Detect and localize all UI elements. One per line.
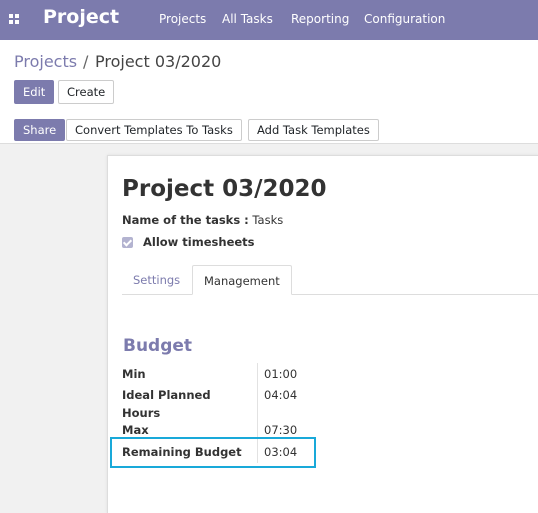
- min-label: Min: [122, 367, 146, 381]
- tasks-name-value: Tasks: [252, 213, 284, 227]
- breadcrumb-projects-link[interactable]: Projects: [14, 52, 77, 71]
- budget-section-title: Budget: [123, 336, 193, 356]
- tasks-name-label: Name of the tasks :: [122, 213, 249, 227]
- convert-templates-button[interactable]: Convert Templates To Tasks: [66, 119, 242, 141]
- control-panel: Projects / Project 03/2020 Edit Create S…: [0, 40, 538, 144]
- ideal-planned-hours-label: Ideal Planned Hours: [122, 388, 211, 420]
- menu-projects[interactable]: Projects: [159, 12, 206, 26]
- breadcrumb-current: Project 03/2020: [95, 52, 222, 71]
- share-button[interactable]: Share: [14, 119, 66, 141]
- apps-grid-icon[interactable]: [9, 14, 20, 25]
- menu-all-tasks[interactable]: All Tasks: [222, 12, 273, 26]
- menu-configuration[interactable]: Configuration: [364, 12, 445, 26]
- ideal-planned-hours-value: 04:04: [264, 388, 298, 402]
- remaining-budget-highlight: [110, 437, 316, 468]
- allow-timesheets-label: Allow timesheets: [143, 235, 255, 249]
- tab-management[interactable]: Management: [192, 265, 292, 295]
- allow-timesheets-checkbox[interactable]: [122, 237, 133, 248]
- add-task-templates-button[interactable]: Add Task Templates: [248, 119, 379, 141]
- app-title[interactable]: Project: [43, 6, 119, 28]
- tab-settings[interactable]: Settings: [122, 265, 191, 295]
- min-value: 01:00: [264, 367, 298, 381]
- edit-button[interactable]: Edit: [14, 80, 55, 104]
- menu-reporting[interactable]: Reporting: [291, 12, 349, 26]
- breadcrumb-separator: /: [83, 52, 89, 71]
- tasks-name-field: Name of the tasks : Tasks: [122, 213, 283, 227]
- create-button[interactable]: Create: [58, 80, 115, 104]
- record-title: Project 03/2020: [122, 176, 327, 202]
- top-navbar: Project Projects All Tasks Reporting Con…: [0, 0, 538, 40]
